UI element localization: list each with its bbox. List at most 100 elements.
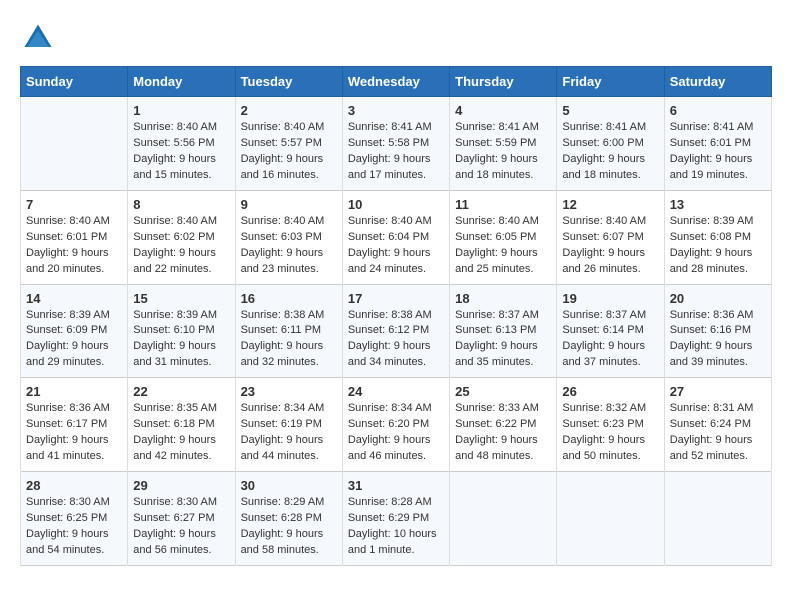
calendar-cell: 27 Sunrise: 8:31 AMSunset: 6:24 PMDayligh… [664, 378, 771, 472]
cell-content: Sunrise: 8:41 AMSunset: 6:00 PMDaylight:… [562, 120, 658, 184]
cell-content: Sunrise: 8:34 AMSunset: 6:20 PMDaylight:… [348, 401, 444, 465]
day-number: 24 [348, 384, 444, 399]
day-number: 1 [133, 103, 229, 118]
day-number: 17 [348, 291, 444, 306]
day-number: 25 [455, 384, 551, 399]
calendar-cell: 14 Sunrise: 8:39 AMSunset: 6:09 PMDayligh… [21, 284, 128, 378]
cell-content: Sunrise: 8:41 AMSunset: 5:58 PMDaylight:… [348, 120, 444, 184]
day-number: 22 [133, 384, 229, 399]
calendar-cell: 20Sunrise: 8:36 AMSunset: 6:16 PMDayligh… [664, 284, 771, 378]
day-number: 26 [562, 384, 658, 399]
day-number: 14 [26, 291, 122, 306]
day-number: 27 [670, 384, 766, 399]
cell-content: Sunrise: 8:40 AMSunset: 6:03 PMDaylight:… [241, 214, 337, 278]
cell-content: Sunrise: 8:39 AMSunset: 6:08 PMDaylight:… [670, 214, 766, 278]
day-number: 3 [348, 103, 444, 118]
cell-content: Sunrise: 8:40 AMSunset: 6:01 PMDaylight:… [26, 214, 122, 278]
header-wednesday: Wednesday [342, 67, 449, 97]
cell-content: Sunrise: 8:32 AMSunset: 6:23 PMDaylight:… [562, 401, 658, 465]
cell-content: Sunrise: 8:40 AMSunset: 5:57 PMDaylight:… [241, 120, 337, 184]
day-number: 15 [133, 291, 229, 306]
calendar-cell: 26 Sunrise: 8:32 AMSunset: 6:23 PMDayligh… [557, 378, 664, 472]
day-number: 28 [26, 478, 122, 493]
cell-content: Sunrise: 8:36 AMSunset: 6:17 PMDaylight:… [26, 401, 122, 465]
cell-content: Sunrise: 8:41 AMSunset: 5:59 PMDaylight:… [455, 120, 551, 184]
day-number: 4 [455, 103, 551, 118]
calendar-cell: 25 Sunrise: 8:33 AMSunset: 6:22 PMDayligh… [450, 378, 557, 472]
cell-content: Sunrise: 8:29 AMSunset: 6:28 PMDaylight:… [241, 495, 337, 559]
cell-content: Sunrise: 8:30 AMSunset: 6:27 PMDaylight:… [133, 495, 229, 559]
calendar-cell: 6 Sunrise: 8:41 AMSunset: 6:01 PMDaylight… [664, 97, 771, 191]
calendar-cell: 1 Sunrise: 8:40 AMSunset: 5:56 PMDaylight… [128, 97, 235, 191]
calendar-cell: 4 Sunrise: 8:41 AMSunset: 5:59 PMDaylight… [450, 97, 557, 191]
day-number: 29 [133, 478, 229, 493]
calendar-cell: 12 Sunrise: 8:40 AMSunset: 6:07 PMDayligh… [557, 190, 664, 284]
calendar-cell: 22 Sunrise: 8:35 AMSunset: 6:18 PMDayligh… [128, 378, 235, 472]
calendar-header: SundayMondayTuesdayWednesdayThursdayFrid… [21, 67, 772, 97]
header-friday: Friday [557, 67, 664, 97]
day-number: 5 [562, 103, 658, 118]
day-number: 6 [670, 103, 766, 118]
logo-icon [20, 20, 56, 56]
day-number: 31 [348, 478, 444, 493]
calendar-cell: 2 Sunrise: 8:40 AMSunset: 5:57 PMDaylight… [235, 97, 342, 191]
day-number: 18 [455, 291, 551, 306]
day-number: 12 [562, 197, 658, 212]
cell-content: Sunrise: 8:34 AMSunset: 6:19 PMDaylight:… [241, 401, 337, 465]
calendar-cell: 19Sunrise: 8:37 AMSunset: 6:14 PMDayligh… [557, 284, 664, 378]
calendar-cell: 18 Sunrise: 8:37 AMSunset: 6:13 PMDayligh… [450, 284, 557, 378]
cell-content: Sunrise: 8:28 AMSunset: 6:29 PMDaylight:… [348, 495, 444, 559]
calendar-cell: 9Sunrise: 8:40 AMSunset: 6:03 PMDaylight… [235, 190, 342, 284]
calendar-cell: 3 Sunrise: 8:41 AMSunset: 5:58 PMDaylight… [342, 97, 449, 191]
calendar-cell [21, 97, 128, 191]
header-tuesday: Tuesday [235, 67, 342, 97]
header-monday: Monday [128, 67, 235, 97]
calendar-cell [557, 472, 664, 566]
calendar-cell: 30Sunrise: 8:29 AMSunset: 6:28 PMDayligh… [235, 472, 342, 566]
cell-content: Sunrise: 8:40 AMSunset: 6:02 PMDaylight:… [133, 214, 229, 278]
cell-content: Sunrise: 8:40 AMSunset: 6:05 PMDaylight:… [455, 214, 551, 278]
calendar-cell: 21 Sunrise: 8:36 AMSunset: 6:17 PMDayligh… [21, 378, 128, 472]
calendar-cell: 31 Sunrise: 8:28 AMSunset: 6:29 PMDayligh… [342, 472, 449, 566]
cell-content: Sunrise: 8:35 AMSunset: 6:18 PMDaylight:… [133, 401, 229, 465]
cell-content: Sunrise: 8:40 AMSunset: 6:07 PMDaylight:… [562, 214, 658, 278]
cell-content: Sunrise: 8:40 AMSunset: 6:04 PMDaylight:… [348, 214, 444, 278]
day-number: 13 [670, 197, 766, 212]
cell-content: Sunrise: 8:37 AMSunset: 6:14 PMDaylight:… [562, 308, 658, 372]
cell-content: Sunrise: 8:41 AMSunset: 6:01 PMDaylight:… [670, 120, 766, 184]
cell-content: Sunrise: 8:33 AMSunset: 6:22 PMDaylight:… [455, 401, 551, 465]
calendar-cell: 13 Sunrise: 8:39 AMSunset: 6:08 PMDayligh… [664, 190, 771, 284]
calendar-cell: 23 Sunrise: 8:34 AMSunset: 6:19 PMDayligh… [235, 378, 342, 472]
header-row: SundayMondayTuesdayWednesdayThursdayFrid… [21, 67, 772, 97]
calendar-row: 7 Sunrise: 8:40 AMSunset: 6:01 PMDaylight… [21, 190, 772, 284]
calendar-cell: 29 Sunrise: 8:30 AMSunset: 6:27 PMDayligh… [128, 472, 235, 566]
cell-content: Sunrise: 8:38 AMSunset: 6:12 PMDaylight:… [348, 308, 444, 372]
day-number: 2 [241, 103, 337, 118]
cell-content: Sunrise: 8:40 AMSunset: 5:56 PMDaylight:… [133, 120, 229, 184]
day-number: 23 [241, 384, 337, 399]
cell-content: Sunrise: 8:39 AMSunset: 6:10 PMDaylight:… [133, 308, 229, 372]
day-number: 7 [26, 197, 122, 212]
calendar-row: 28 Sunrise: 8:30 AMSunset: 6:25 PMDayligh… [21, 472, 772, 566]
cell-content: Sunrise: 8:36 AMSunset: 6:16 PMDaylight:… [670, 308, 766, 372]
calendar-row: 1 Sunrise: 8:40 AMSunset: 5:56 PMDaylight… [21, 97, 772, 191]
calendar-table: SundayMondayTuesdayWednesdayThursdayFrid… [20, 66, 772, 566]
day-number: 8 [133, 197, 229, 212]
cell-content: Sunrise: 8:39 AMSunset: 6:09 PMDaylight:… [26, 308, 122, 372]
day-number: 21 [26, 384, 122, 399]
cell-content: Sunrise: 8:37 AMSunset: 6:13 PMDaylight:… [455, 308, 551, 372]
calendar-cell: 16Sunrise: 8:38 AMSunset: 6:11 PMDayligh… [235, 284, 342, 378]
calendar-cell: 8 Sunrise: 8:40 AMSunset: 6:02 PMDaylight… [128, 190, 235, 284]
cell-content: Sunrise: 8:38 AMSunset: 6:11 PMDaylight:… [241, 308, 337, 372]
calendar-cell [664, 472, 771, 566]
calendar-cell: 28 Sunrise: 8:30 AMSunset: 6:25 PMDayligh… [21, 472, 128, 566]
calendar-cell: 17 Sunrise: 8:38 AMSunset: 6:12 PMDayligh… [342, 284, 449, 378]
cell-content: Sunrise: 8:31 AMSunset: 6:24 PMDaylight:… [670, 401, 766, 465]
header-sunday: Sunday [21, 67, 128, 97]
header-saturday: Saturday [664, 67, 771, 97]
calendar-body: 1 Sunrise: 8:40 AMSunset: 5:56 PMDaylight… [21, 97, 772, 566]
calendar-row: 14 Sunrise: 8:39 AMSunset: 6:09 PMDayligh… [21, 284, 772, 378]
cell-content: Sunrise: 8:30 AMSunset: 6:25 PMDaylight:… [26, 495, 122, 559]
day-number: 10 [348, 197, 444, 212]
calendar-cell: 15 Sunrise: 8:39 AMSunset: 6:10 PMDayligh… [128, 284, 235, 378]
